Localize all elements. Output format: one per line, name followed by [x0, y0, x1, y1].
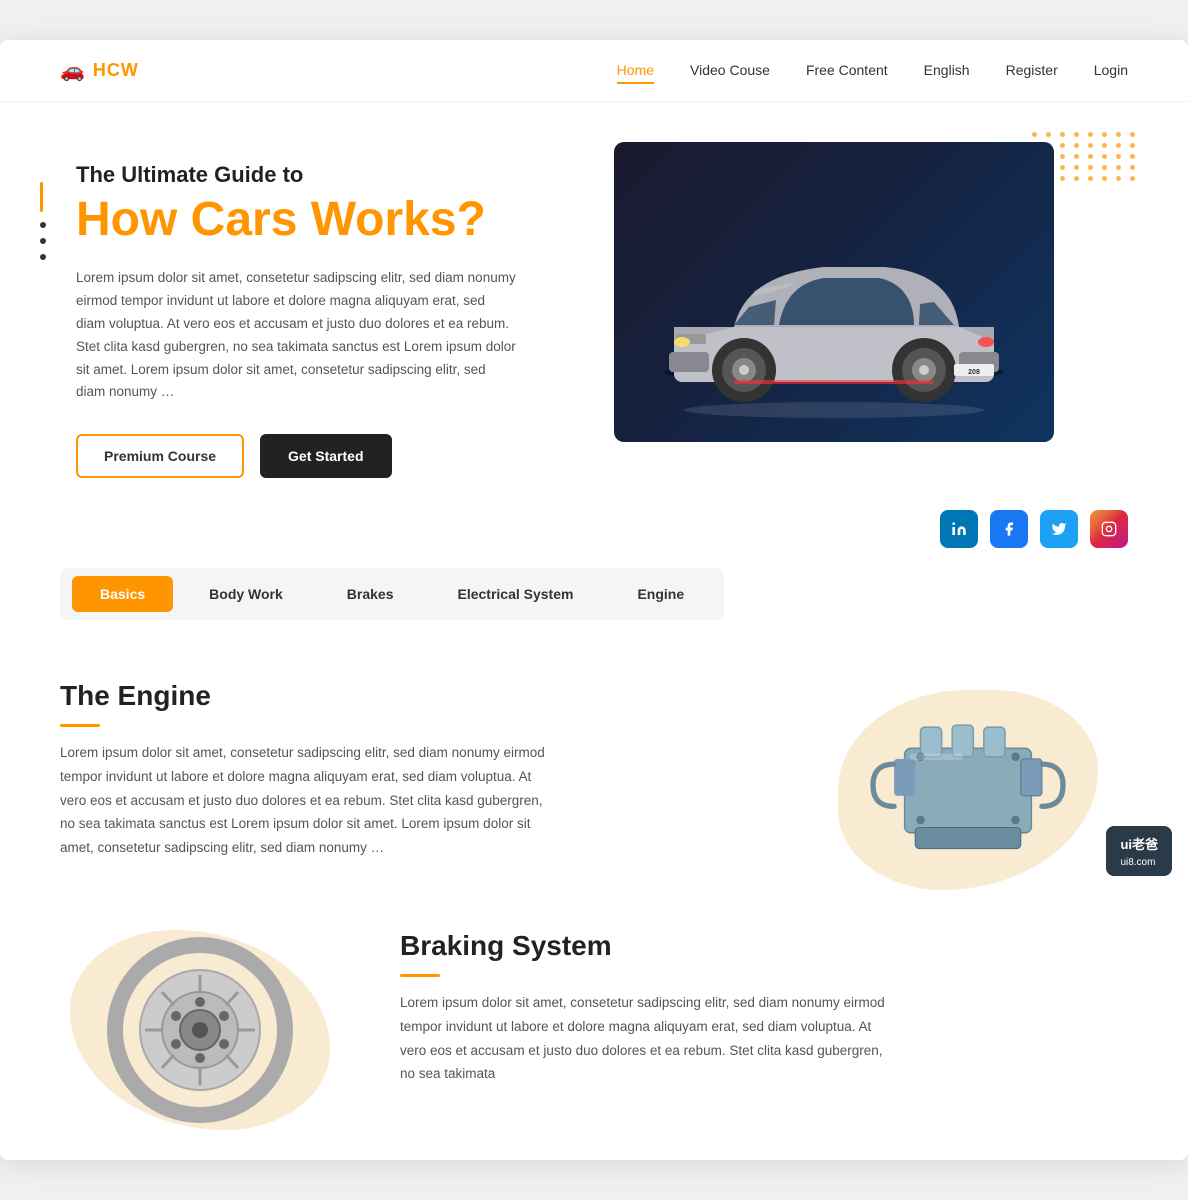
hero-description: Lorem ipsum dolor sit amet, consetetur s… — [76, 267, 516, 405]
tab-brakes[interactable]: Brakes — [319, 576, 422, 612]
braking-description: Lorem ipsum dolor sit amet, consetetur s… — [400, 991, 900, 1086]
nav-links: Home Video Couse Free Content English Re… — [617, 62, 1128, 80]
svg-text:208: 208 — [968, 369, 980, 376]
accent-bar — [40, 182, 43, 212]
braking-underline — [400, 974, 440, 977]
tab-bodywork[interactable]: Body Work — [181, 576, 311, 612]
watermark: ui老爸ui8.com — [1106, 826, 1172, 876]
social-row — [0, 498, 1188, 568]
content-area: The Engine Lorem ipsum dolor sit amet, c… — [0, 650, 1188, 1160]
hero-dots-left — [40, 182, 46, 260]
logo[interactable]: 🚗 HCW — [60, 58, 139, 83]
twitter-icon[interactable] — [1040, 510, 1078, 548]
hero-car-image: 208 — [614, 142, 1054, 442]
nav-item-video[interactable]: Video Couse — [690, 62, 770, 80]
premium-course-button[interactable]: Premium Course — [76, 434, 244, 478]
hero-right: 208 — [614, 142, 1128, 442]
facebook-icon[interactable] — [990, 510, 1028, 548]
nav-item-english[interactable]: English — [924, 62, 970, 80]
navbar: 🚗 HCW Home Video Couse Free Content Engl… — [0, 40, 1188, 102]
nav-item-home[interactable]: Home — [617, 62, 654, 80]
engine-image — [828, 680, 1108, 880]
hero-left: The Ultimate Guide to How Cars Works? Lo… — [60, 142, 574, 478]
tabs-bar: Basics Body Work Brakes Electrical Syste… — [60, 568, 724, 620]
dot-3 — [40, 254, 46, 260]
brake-svg — [90, 930, 310, 1130]
engine-section: The Engine Lorem ipsum dolor sit amet, c… — [60, 680, 1128, 880]
get-started-button[interactable]: Get Started — [260, 434, 391, 478]
braking-heading: Braking System — [400, 930, 1128, 962]
car-svg: 208 — [614, 142, 1054, 442]
tab-engine[interactable]: Engine — [609, 576, 712, 612]
hero-section: The Ultimate Guide to How Cars Works? Lo… — [0, 102, 1188, 498]
car-logo-icon: 🚗 — [60, 58, 85, 83]
hero-title: How Cars Works? — [76, 194, 574, 247]
hero-buttons: Premium Course Get Started — [76, 434, 574, 478]
tab-basics[interactable]: Basics — [72, 576, 173, 612]
nav-item-login[interactable]: Login — [1094, 62, 1128, 80]
engine-text: The Engine Lorem ipsum dolor sit amet, c… — [60, 680, 788, 859]
engine-svg — [853, 685, 1083, 875]
tab-electrical[interactable]: Electrical System — [430, 576, 602, 612]
engine-image-area — [828, 680, 1128, 880]
nav-item-register[interactable]: Register — [1006, 62, 1058, 80]
braking-text: Braking System Lorem ipsum dolor sit ame… — [400, 930, 1128, 1086]
tabs-section: Basics Body Work Brakes Electrical Syste… — [0, 568, 1188, 650]
engine-description: Lorem ipsum dolor sit amet, consetetur s… — [60, 741, 560, 859]
linkedin-icon[interactable] — [940, 510, 978, 548]
hero-subtitle: The Ultimate Guide to — [76, 162, 574, 188]
nav-item-free[interactable]: Free Content — [806, 62, 888, 80]
dot-1 — [40, 222, 46, 228]
instagram-icon[interactable] — [1090, 510, 1128, 548]
brake-image — [60, 930, 340, 1130]
braking-section: Braking System Lorem ipsum dolor sit ame… — [60, 930, 1128, 1130]
engine-heading: The Engine — [60, 680, 788, 712]
dot-2 — [40, 238, 46, 244]
engine-underline — [60, 724, 100, 727]
logo-text: HCW — [93, 60, 139, 81]
braking-image-area — [60, 930, 360, 1130]
